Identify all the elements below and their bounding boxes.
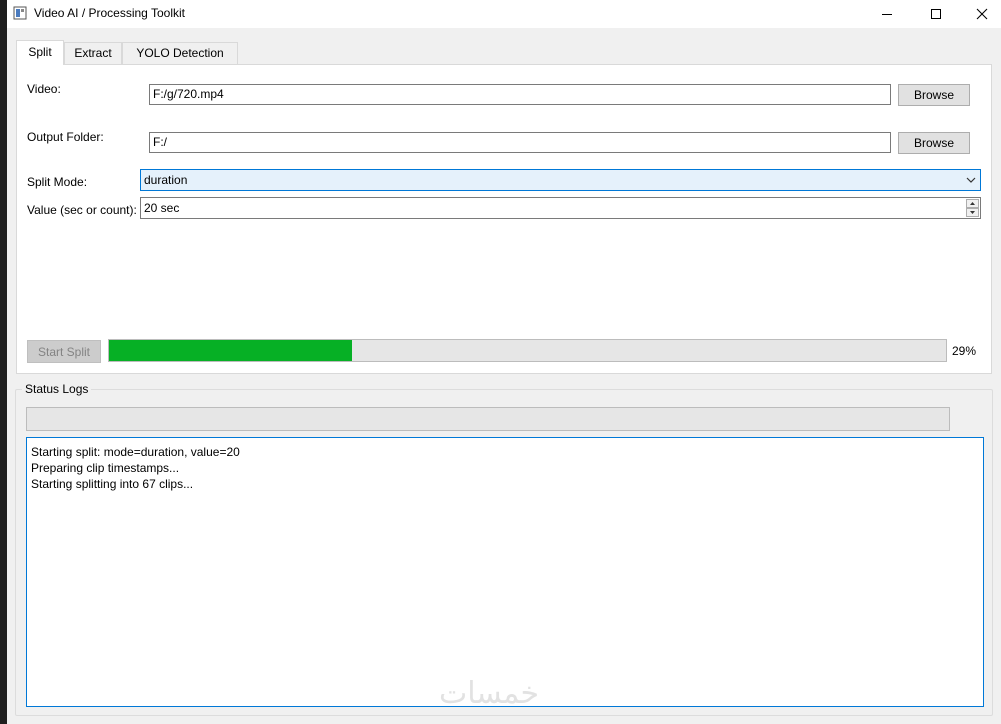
start-split-button[interactable]: Start Split [27,340,101,363]
log-line: Preparing clip timestamps... [31,461,180,475]
tab-extract[interactable]: Extract [64,42,122,64]
maximize-icon [931,9,941,19]
video-path-input[interactable]: F:/g/720.mp4 [149,84,891,105]
spin-down-button[interactable] [966,208,979,217]
progress-percent-text: 29% [952,344,977,358]
split-tab-panel: Video: F:/g/720.mp4 Browse Output Folder… [16,64,992,374]
video-label: Video: [27,82,61,96]
app-icon [13,6,27,20]
close-button[interactable] [959,0,1001,28]
spin-up-button[interactable] [966,199,979,208]
title-bar[interactable]: Video AI / Processing Toolkit [7,0,1001,28]
split-progress-bar [108,339,947,362]
output-browse-button[interactable]: Browse [898,132,970,154]
spin-down-icon [970,211,975,214]
status-logs-title: Status Logs [22,382,92,396]
spin-buttons [966,199,979,217]
value-spinbox-text: 20 sec [144,201,180,215]
log-textarea[interactable]: Starting split: mode=duration, value=20 P… [26,437,984,707]
split-mode-value: duration [144,173,188,187]
window-title: Video AI / Processing Toolkit [34,6,185,20]
value-label: Value (sec or count): [27,203,137,217]
tab-split[interactable]: Split [16,40,64,65]
output-folder-input[interactable]: F:/ [149,132,891,153]
split-progress-fill [109,340,352,361]
output-folder-label: Output Folder: [27,130,104,144]
minimize-icon [882,14,892,15]
close-icon [976,8,988,20]
minimize-button[interactable] [864,0,910,28]
tab-yolo-detection[interactable]: YOLO Detection [122,42,238,64]
chevron-down-icon [966,177,976,183]
app-window: Video AI / Processing Toolkit Split Extr… [7,0,1001,724]
video-browse-button[interactable]: Browse [898,84,970,106]
watermark-logo: خمسات [439,676,540,711]
status-field [26,407,950,431]
value-spinbox[interactable]: 20 sec [140,197,981,219]
log-line: Starting split: mode=duration, value=20 [31,445,240,459]
maximize-button[interactable] [913,0,959,28]
spin-up-icon [970,202,975,205]
split-mode-label: Split Mode: [27,175,88,189]
background-strip [0,0,7,724]
split-mode-select[interactable]: duration [140,169,981,191]
log-line: Starting splitting into 67 clips... [31,477,194,491]
